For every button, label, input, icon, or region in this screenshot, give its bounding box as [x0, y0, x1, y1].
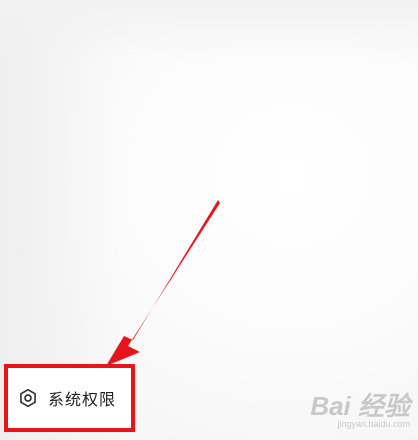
- system-permissions-menu-item[interactable]: 系统权限: [8, 366, 132, 430]
- watermark: Bai 经验 jingyan.baidu.com: [310, 393, 410, 430]
- settings-icon: [20, 388, 36, 408]
- background-shade-top: [0, 0, 418, 60]
- watermark-logo: Bai 经验: [310, 391, 410, 421]
- menu-item-label: 系统权限: [48, 390, 117, 409]
